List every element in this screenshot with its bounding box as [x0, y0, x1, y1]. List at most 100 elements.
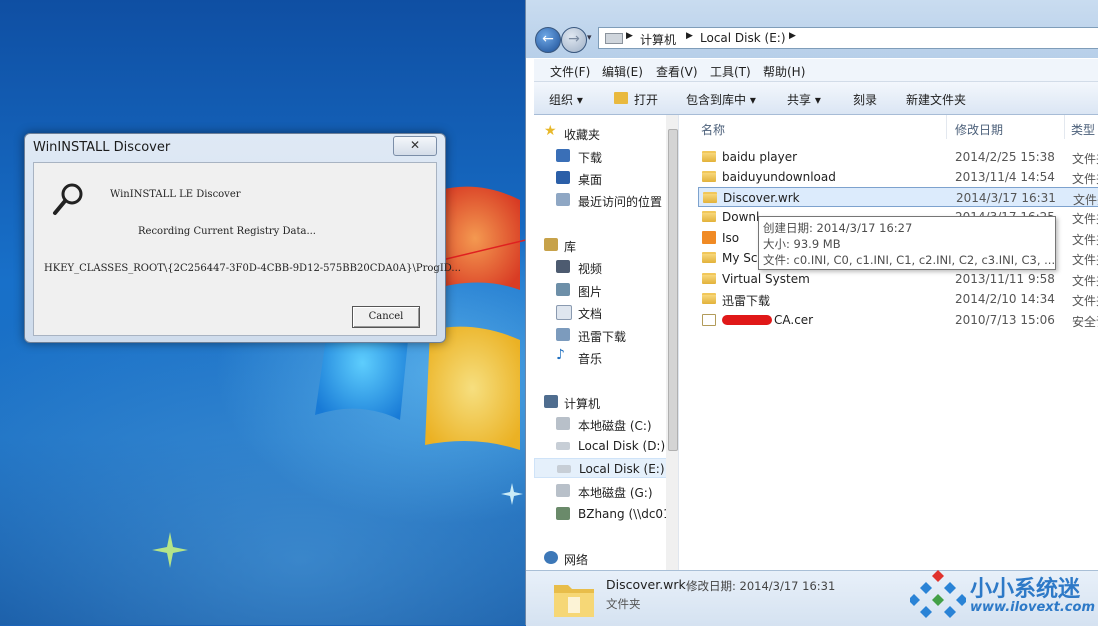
- iso-folder-icon: [702, 231, 716, 244]
- navigation-pane: ★ 收藏夹 下载 桌面 最近访问的位置 库 视频 图片 文档 迅雷下载 ♪ 音乐…: [534, 115, 679, 570]
- folder-icon: [702, 211, 716, 222]
- menu-help[interactable]: 帮助(H): [763, 63, 805, 80]
- nav-favorites[interactable]: ★ 收藏夹: [534, 123, 678, 143]
- nav-label: 桌面: [578, 173, 603, 187]
- burn-button[interactable]: 刻录: [853, 91, 877, 108]
- nav-label: 本地磁盘 (G:): [578, 486, 653, 500]
- nav-label: 收藏夹: [564, 128, 601, 142]
- nav-downloads[interactable]: 下载: [534, 146, 678, 166]
- recording-status: Recording Current Registry Data...: [138, 226, 316, 237]
- file-date: 2014/2/25 15:38: [955, 150, 1055, 164]
- nav-label: 本地磁盘 (C:): [578, 419, 652, 433]
- nav-label: 下载: [578, 151, 603, 165]
- file-date: 2010/7/13 15:06: [955, 313, 1055, 327]
- nav-disk-g[interactable]: 本地磁盘 (G:): [534, 481, 678, 501]
- file-row[interactable]: 迅雷下载 2014/2/10 14:34 文件夹: [698, 289, 1098, 309]
- watermark-brand: 小小系统迷: [970, 577, 1081, 602]
- column-name[interactable]: 名称: [701, 121, 725, 138]
- menu-bar: 文件(F) 编辑(E) 查看(V) 工具(T) 帮助(H): [534, 59, 1098, 82]
- file-name: Discover.wrk: [723, 191, 800, 205]
- scrollbar-thumb[interactable]: [668, 129, 678, 451]
- nav-libraries[interactable]: 库: [534, 235, 678, 255]
- file-date: 2014/3/17 16:31: [956, 191, 1056, 205]
- menu-file[interactable]: 文件(F): [550, 63, 590, 80]
- nav-scrollbar[interactable]: [666, 115, 678, 570]
- address-bar[interactable]: ▶ 计算机 ▶ Local Disk (E:) ▶: [598, 27, 1098, 49]
- tooltip-files: 文件: c0.INI, C0, c1.INI, C1, c2.INI, C2, …: [763, 253, 1056, 267]
- nav-videos[interactable]: 视频: [534, 257, 678, 277]
- nav-label: Local Disk (E:): [579, 462, 665, 476]
- file-row[interactable]: CA.cer 2010/7/13 15:06 安全证: [698, 310, 1098, 330]
- nav-label: 计算机: [564, 397, 601, 411]
- menu-view[interactable]: 查看(V): [656, 63, 698, 80]
- downloads-icon: [556, 149, 570, 162]
- file-name: CA.cer: [774, 313, 814, 327]
- recent-pages-chevron-icon[interactable]: ▾: [587, 33, 592, 43]
- file-type: 文件夹: [1072, 212, 1098, 226]
- command-bar: 组织 ▾ 打开 包含到库中 ▾ 共享 ▾ 刻录 新建文件夹: [534, 82, 1098, 115]
- network-drive-icon: [556, 507, 570, 520]
- dialog-heading: WinINSTALL LE Discover: [110, 189, 241, 200]
- status-kind: 文件夹: [606, 597, 641, 611]
- folder-large-icon: [554, 585, 594, 617]
- folder-icon: [702, 171, 716, 182]
- cancel-button[interactable]: Cancel: [352, 306, 420, 328]
- status-modified: 修改日期: 2014/3/17 16:31: [686, 579, 836, 593]
- column-type[interactable]: 类型: [1071, 121, 1095, 138]
- nav-disk-e[interactable]: Local Disk (E:): [534, 458, 678, 478]
- file-row-selected[interactable]: Discover.wrk 2014/3/17 16:31 文件夹: [698, 187, 1098, 207]
- file-name: baidu player: [722, 150, 798, 164]
- chevron-right-icon: ▶: [789, 31, 796, 41]
- site-watermark: 小小系统迷 www.ilovext.com: [906, 566, 1098, 625]
- nav-disk-d[interactable]: Local Disk (D:): [534, 436, 678, 456]
- nav-computer[interactable]: 计算机: [534, 392, 678, 412]
- forward-button[interactable]: →: [561, 27, 587, 53]
- file-type: 安全证: [1072, 315, 1098, 329]
- nav-label: 网络: [564, 553, 589, 567]
- nav-documents[interactable]: 文档: [534, 302, 678, 322]
- include-library-button[interactable]: 包含到库中 ▾: [686, 91, 756, 108]
- wininstall-dialog: WinINSTALL Discover ✕ WinINSTALL LE Disc…: [24, 133, 461, 343]
- tooltip-size: 大小: 93.9 MB: [763, 237, 841, 251]
- chevron-right-icon: ▶: [686, 31, 693, 41]
- nav-network[interactable]: 网络: [534, 548, 678, 568]
- folder-icon: [702, 252, 716, 263]
- nav-pictures[interactable]: 图片: [534, 280, 678, 300]
- folder-icon: [702, 151, 716, 162]
- file-type: 文件夹: [1073, 193, 1098, 207]
- file-name: Virtual System: [722, 272, 810, 286]
- file-date: 2014/2/10 14:34: [955, 292, 1055, 306]
- file-type: 文件夹: [1072, 274, 1098, 288]
- organize-button[interactable]: 组织 ▾: [549, 91, 583, 108]
- nav-recent[interactable]: 最近访问的位置: [534, 190, 678, 210]
- column-date[interactable]: 修改日期: [955, 121, 1003, 138]
- music-icon: ♪: [556, 347, 565, 363]
- nav-music[interactable]: ♪ 音乐: [534, 347, 678, 367]
- nav-desktop[interactable]: 桌面: [534, 168, 678, 188]
- file-date: 2013/11/11 9:58: [955, 272, 1055, 286]
- breadcrumb-computer[interactable]: 计算机: [640, 31, 676, 48]
- share-button[interactable]: 共享 ▾: [787, 91, 821, 108]
- network-icon: [544, 551, 558, 564]
- video-icon: [556, 260, 570, 273]
- nav-network-drive[interactable]: BZhang (\\dc01: [534, 504, 678, 524]
- drive-icon: [605, 33, 623, 44]
- folder-tooltip: 创建日期: 2014/3/17 16:27 大小: 93.9 MB 文件: c0…: [758, 216, 1056, 270]
- file-name: My Sc: [722, 251, 758, 265]
- open-button[interactable]: 打开: [634, 91, 658, 108]
- column-divider: [946, 115, 947, 139]
- menu-edit[interactable]: 编辑(E): [602, 63, 643, 80]
- new-folder-button[interactable]: 新建文件夹: [906, 91, 966, 108]
- status-item-name: Discover.wrk: [606, 577, 686, 592]
- nav-xunlei[interactable]: 迅雷下载: [534, 325, 678, 345]
- computer-icon: [544, 395, 558, 408]
- breadcrumb-drive[interactable]: Local Disk (E:): [700, 31, 786, 45]
- file-row[interactable]: baidu player 2014/2/25 15:38 文件夹: [698, 147, 1098, 167]
- file-row[interactable]: Virtual System 2013/11/11 9:58 文件夹: [698, 269, 1098, 289]
- close-button[interactable]: ✕: [393, 136, 437, 156]
- file-row[interactable]: baiduyundownload 2013/11/4 14:54 文件夹: [698, 167, 1098, 187]
- open-folder-icon: [614, 92, 628, 104]
- nav-disk-c[interactable]: 本地磁盘 (C:): [534, 414, 678, 434]
- menu-tools[interactable]: 工具(T): [710, 63, 751, 80]
- back-button[interactable]: ←: [535, 27, 561, 53]
